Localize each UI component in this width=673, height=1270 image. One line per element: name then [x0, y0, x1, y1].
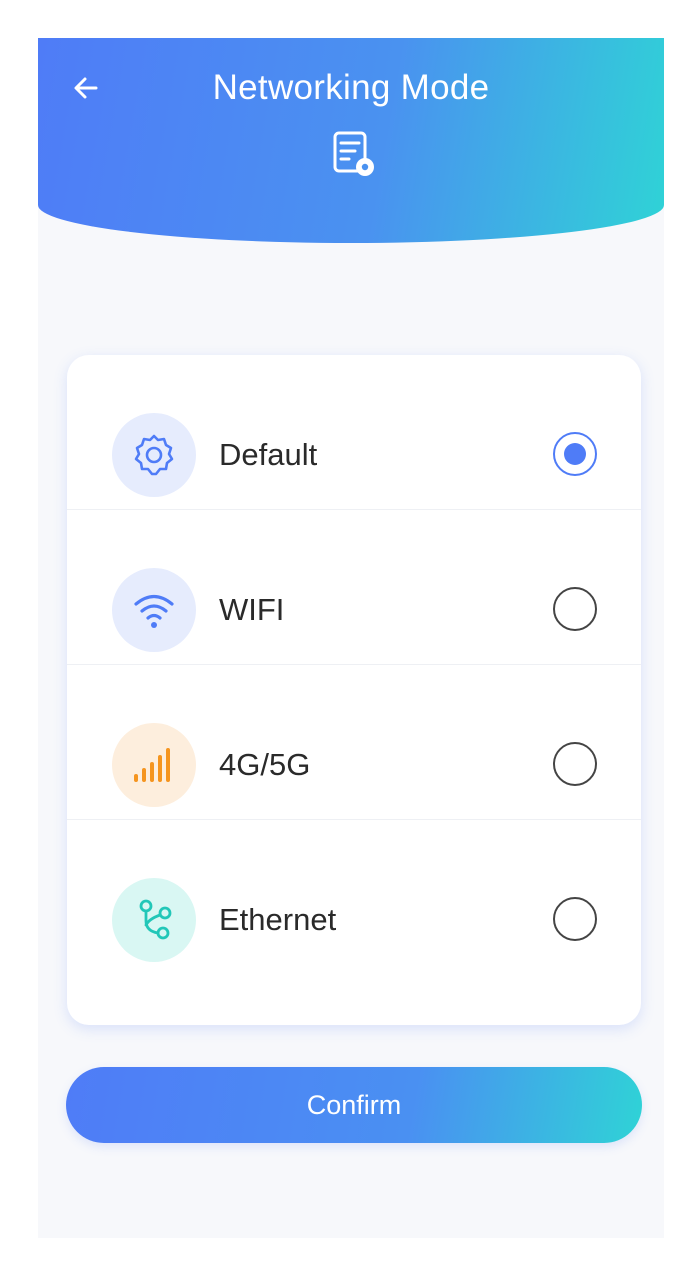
option-ethernet[interactable]: Ethernet — [67, 820, 641, 975]
gear-icon-wrap — [112, 413, 196, 497]
document-settings-icon — [333, 131, 374, 176]
header: Networking Mode — [38, 38, 664, 243]
signal-bars-icon — [134, 748, 170, 782]
option-wifi[interactable]: WIFI — [67, 510, 641, 665]
option-label-ethernet: Ethernet — [219, 902, 337, 937]
option-4g5g[interactable]: 4G/5G — [67, 665, 641, 820]
radio-4g5g[interactable] — [553, 742, 597, 786]
option-label-wifi: WIFI — [219, 592, 285, 627]
wifi-icon-wrap — [112, 568, 196, 652]
networking-mode-screen: Networking Mode Default WIFI 4G/5G Ether… — [38, 38, 664, 1238]
mode-options-card: Default WIFI 4G/5G Ethernet — [67, 355, 641, 1025]
radio-ethernet[interactable] — [553, 897, 597, 941]
signal-bars-icon-wrap — [112, 723, 196, 807]
confirm-button[interactable]: Confirm — [66, 1067, 642, 1143]
radio-wifi[interactable] — [553, 587, 597, 631]
radio-default[interactable] — [553, 432, 597, 476]
wifi-icon — [134, 594, 174, 628]
gear-icon — [134, 434, 174, 476]
network-nodes-icon — [139, 899, 172, 940]
page-title: Networking Mode — [212, 68, 490, 107]
option-label-default: Default — [219, 437, 318, 472]
option-label-4g5g: 4G/5G — [219, 747, 311, 782]
radio-selected-dot — [564, 443, 586, 465]
option-default[interactable]: Default — [67, 355, 641, 510]
network-nodes-icon-wrap — [112, 878, 196, 962]
